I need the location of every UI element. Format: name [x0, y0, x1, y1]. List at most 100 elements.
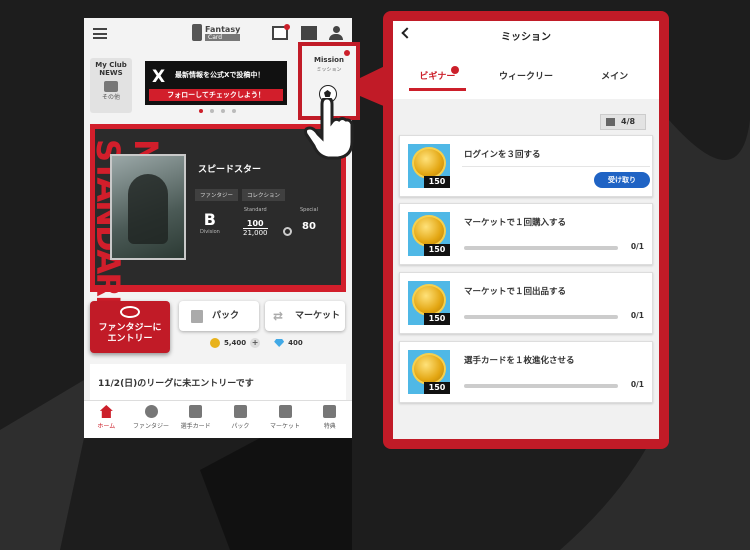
mission-count: 0/1	[630, 242, 644, 251]
progress-count: 4/8	[621, 117, 636, 126]
tab-beginner[interactable]: ビギナー	[393, 49, 482, 99]
mail-icon[interactable]	[272, 24, 290, 40]
market-label: マーケット	[295, 311, 341, 321]
special-value: 80	[302, 221, 316, 232]
x-banner-line2: フォローしてチェックしよう！	[149, 89, 283, 101]
fantasy-entry-button[interactable]: ファンタジーにエントリー	[90, 301, 170, 353]
swap-arrows-icon	[278, 405, 292, 418]
mission-count: 0/1	[630, 380, 644, 389]
standard-max: 21,000	[243, 228, 268, 237]
x-follow-banner[interactable]: X 最新情報を公式Xで投稿中！ フォローしてチェックしよう！	[145, 61, 287, 105]
pack-icon	[233, 405, 247, 418]
entry-label: ファンタジーにエントリー	[98, 323, 162, 344]
nav-player-cards[interactable]: 選手カード	[173, 401, 218, 438]
nav-benefits[interactable]: 特典	[307, 401, 352, 438]
mission-title: ログインを３回する	[464, 150, 541, 160]
mission-title: マーケットで１回出品する	[464, 287, 567, 297]
mission-tabs: ビギナー ウィークリー メイン	[393, 49, 659, 99]
mission-screen: ミッション ビギナー ウィークリー メイン 4/8 150 ログインを３回する …	[393, 21, 659, 439]
special-stat: Special 80	[300, 207, 318, 232]
standard-value: 100	[246, 219, 264, 228]
mission-progress-bar	[464, 246, 618, 250]
nav-market[interactable]: マーケット	[263, 401, 308, 438]
coin-reward-icon: 150	[408, 212, 450, 256]
notification-dot	[344, 50, 350, 56]
nav-pack[interactable]: パック	[218, 401, 263, 438]
home-icon	[99, 405, 113, 418]
x-logo-icon: X	[152, 67, 166, 87]
coin-icon	[210, 338, 220, 348]
gift-icon[interactable]	[301, 26, 317, 40]
progress-badge: 4/8	[600, 114, 646, 130]
card-tag: ファンタジー	[195, 189, 239, 201]
card-name: スピードスター	[198, 165, 262, 175]
division-label: Division	[200, 229, 220, 235]
standard-label: Standard	[243, 207, 267, 213]
player-silhouette	[128, 174, 168, 244]
mission-title: マーケットで１回購入する	[464, 218, 567, 228]
pack-icon	[191, 310, 203, 323]
division-grade: B	[203, 210, 216, 229]
stadium-icon	[144, 405, 158, 418]
logo-sub: Card	[205, 33, 241, 41]
notification-dot	[451, 66, 459, 74]
stadium-icon	[120, 306, 140, 318]
coin-amount: 5,400	[224, 339, 247, 347]
mission-header: ミッション	[393, 21, 659, 49]
standard-stat: Standard 100 21,000	[243, 207, 268, 237]
entry-notice[interactable]: 11/2(日)のリーグに未エントリーです	[90, 364, 346, 400]
shirt-icon	[104, 81, 118, 92]
coin-reward-icon: 150	[408, 350, 450, 394]
reward-amount: 150	[424, 382, 450, 394]
logo-text: Fantasy	[205, 24, 241, 34]
mission-card: 150 マーケットで１回出品する 0/1	[399, 272, 653, 334]
mission-card: 150 選手カードを１枚進化させる 0/1	[399, 341, 653, 403]
logo-mark-icon	[192, 24, 202, 41]
mission-title: 選手カードを１枚進化させる	[464, 356, 575, 366]
tab-main[interactable]: メイン	[570, 49, 659, 99]
club-line2: NEWS	[99, 69, 123, 77]
claim-button[interactable]: 受け取り	[594, 172, 650, 188]
pointer-hand-icon	[304, 98, 354, 160]
mission-card: 150 マーケットで１回購入する 0/1	[399, 203, 653, 265]
mission-card: 150 ログインを３回する 受け取り	[399, 135, 653, 197]
carousel-dots	[199, 109, 236, 113]
bottom-nav: ホーム ファンタジー 選手カード パック マーケット 特典	[84, 400, 352, 438]
gem-amount: 400	[288, 339, 303, 347]
currency-row: 5,400 + 400	[210, 338, 303, 348]
reward-amount: 150	[424, 244, 450, 256]
mission-progress-bar	[464, 384, 618, 388]
coin-reward-icon: 150	[408, 144, 450, 188]
swap-arrows-icon: ⇄	[273, 309, 284, 323]
menu-icon[interactable]	[93, 28, 107, 39]
card-icon	[189, 405, 203, 418]
pack-label: パック	[212, 311, 240, 321]
nav-fantasy[interactable]: ファンタジー	[129, 401, 174, 438]
card-tag: コレクション	[242, 189, 286, 201]
notification-dot	[284, 24, 290, 30]
reward-amount: 150	[424, 313, 450, 325]
gift-icon	[323, 405, 337, 418]
special-label: Special	[300, 207, 319, 213]
gem-icon	[274, 339, 285, 347]
pack-button[interactable]: パック	[179, 301, 259, 331]
club-line1: My Club	[95, 61, 127, 69]
app-logo: Fantasy Card	[192, 24, 241, 41]
mission-shortcut-sub: ミッション	[316, 67, 342, 73]
mission-progress-bar	[464, 315, 618, 319]
tab-weekly[interactable]: ウィークリー	[482, 49, 571, 99]
coin-reward-icon: 150	[408, 281, 450, 325]
progress-ring-icon	[283, 227, 292, 236]
reward-amount: 150	[424, 176, 450, 188]
market-button[interactable]: ⇄ マーケット	[265, 301, 345, 331]
division-stat: B Division	[200, 210, 220, 235]
my-club-news-button[interactable]: My Club NEWS その他	[90, 58, 132, 113]
gift-icon	[606, 118, 615, 126]
nav-home[interactable]: ホーム	[84, 401, 129, 438]
mission-panel: ミッション ビギナー ウィークリー メイン 4/8 150 ログインを３回する …	[383, 11, 669, 449]
player-card-image[interactable]	[110, 154, 186, 260]
add-coins-button[interactable]: +	[250, 338, 261, 348]
user-icon[interactable]	[328, 26, 344, 40]
page-title: ミッション	[501, 32, 551, 43]
mission-count: 0/1	[630, 311, 644, 320]
